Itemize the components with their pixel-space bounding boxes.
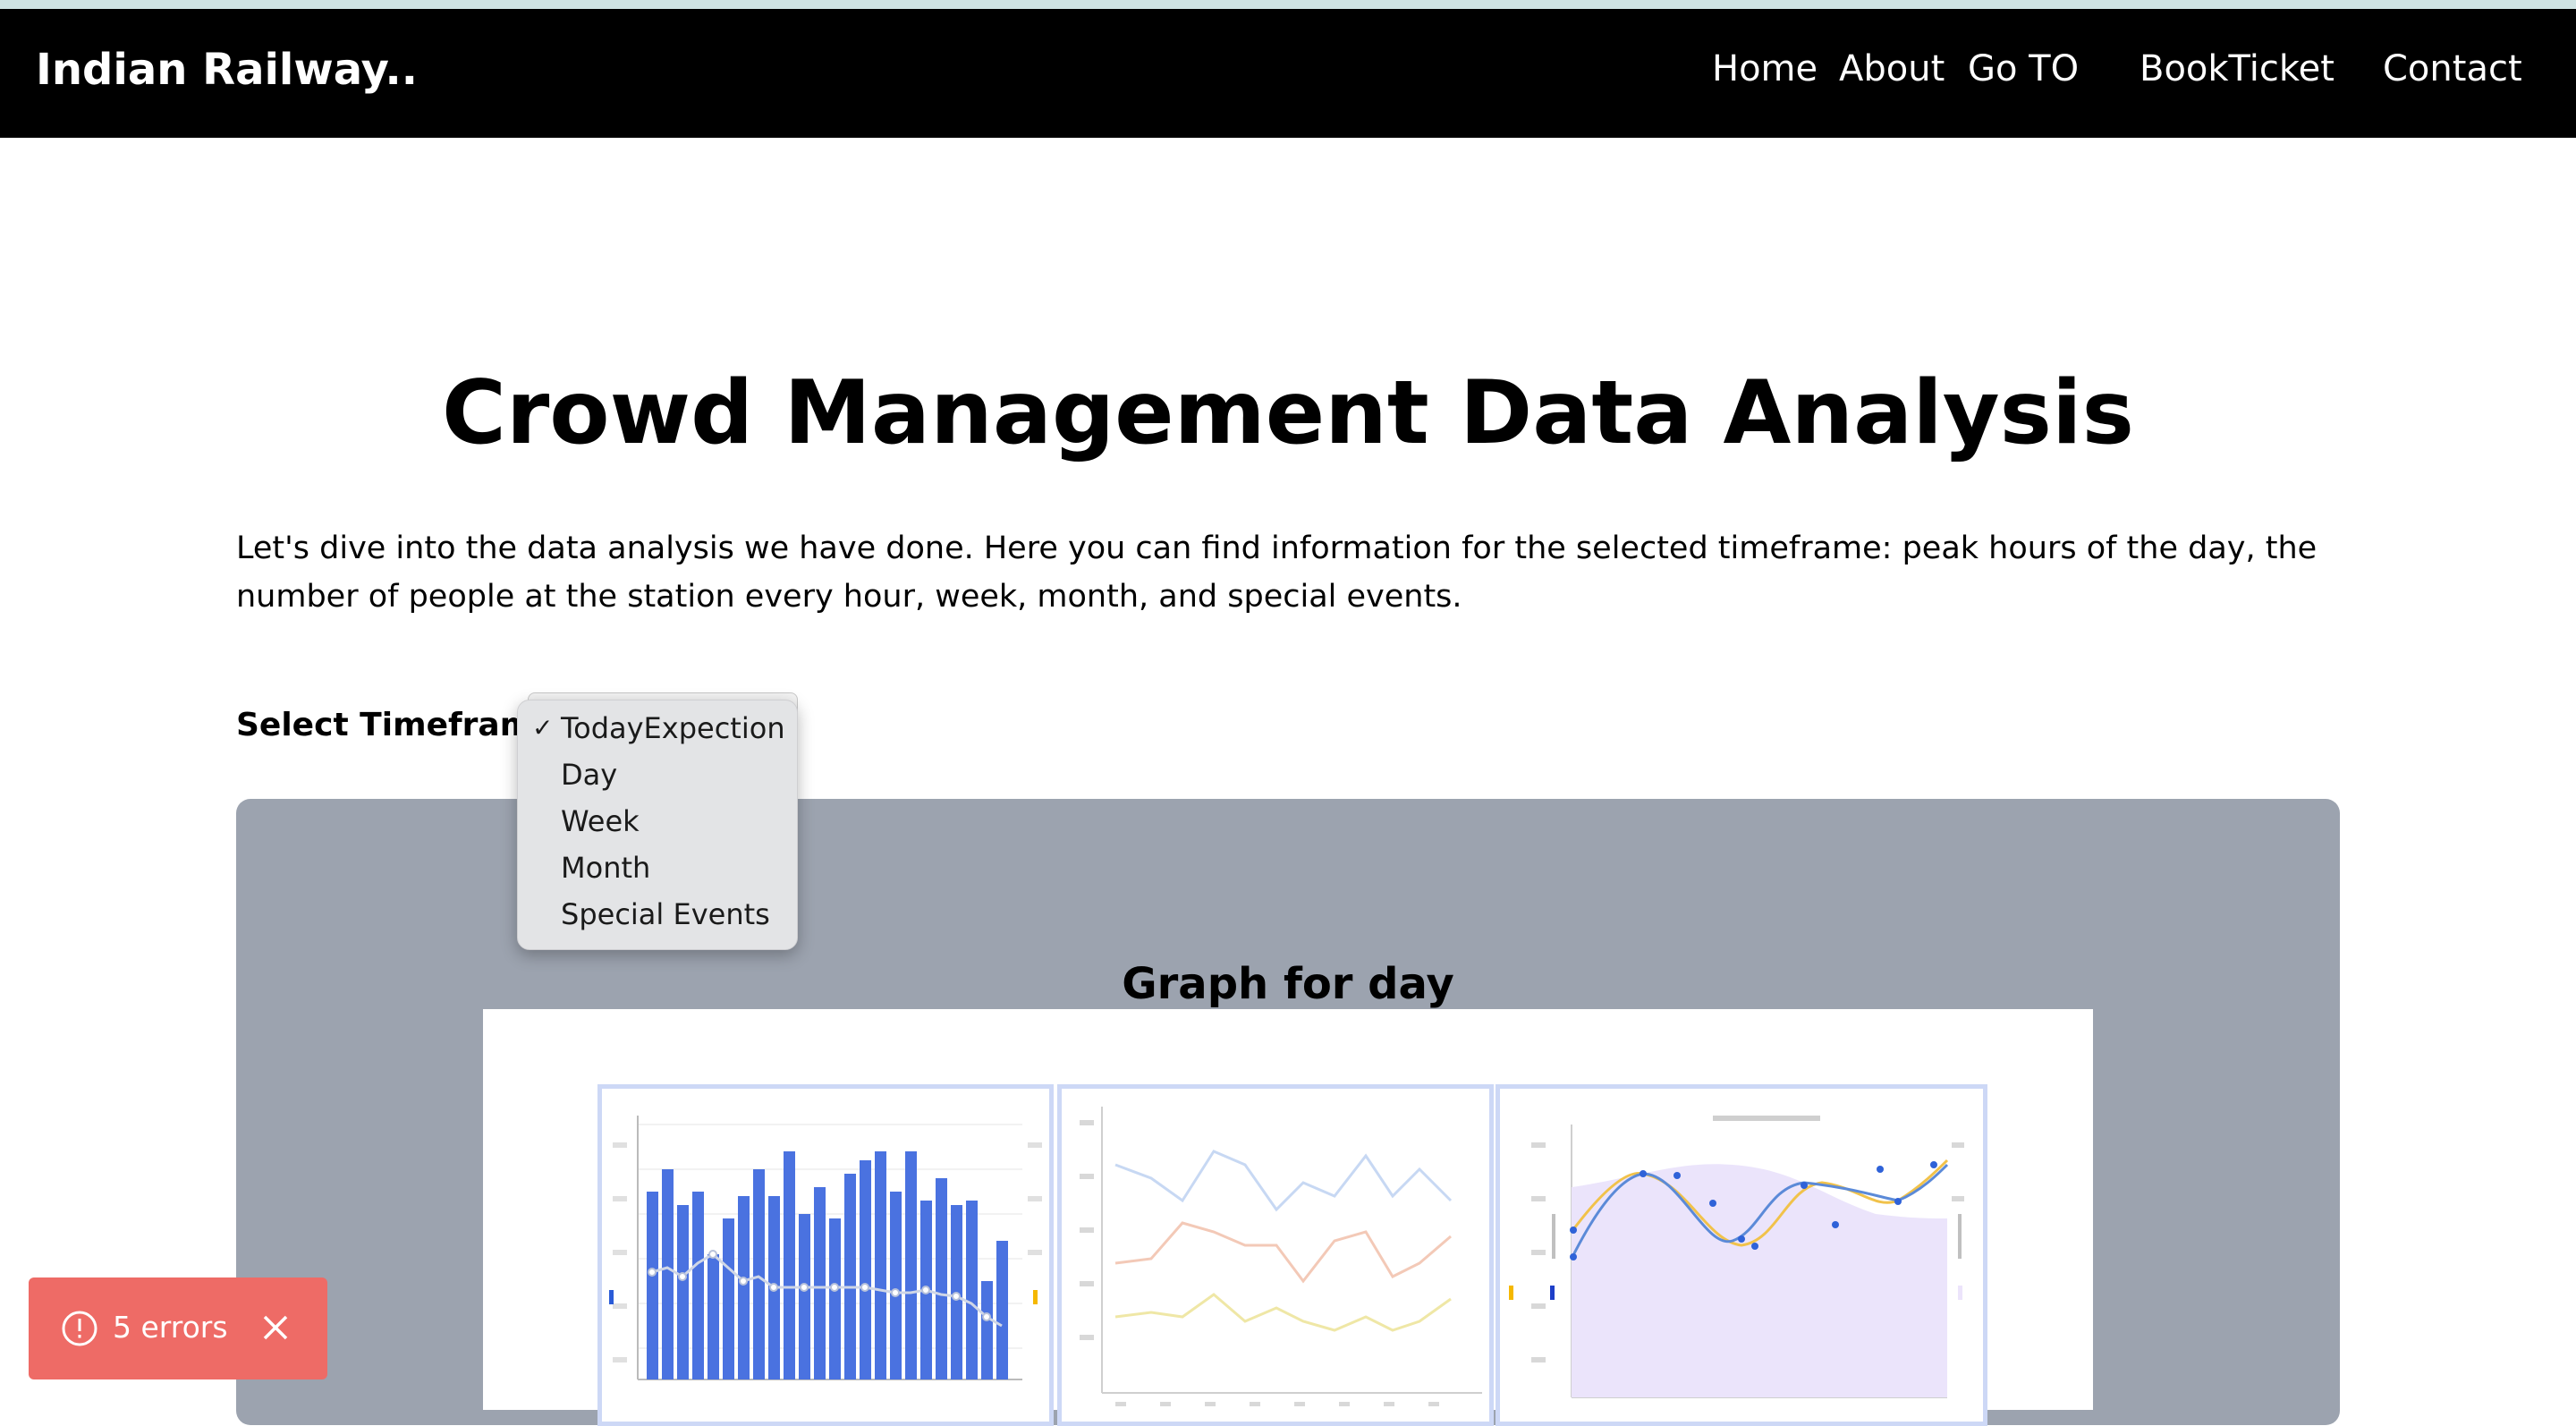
- bar-chart-graphic: [609, 1116, 1042, 1380]
- timeframe-dropdown-menu: ✓ TodayExpection Day Week Month Special …: [517, 700, 798, 950]
- nav-link-go-to[interactable]: Go TO: [1968, 48, 2079, 89]
- nav-link-contact[interactable]: Contact: [2383, 48, 2522, 89]
- line-chart-graphic: [1080, 1107, 1482, 1406]
- line-chart-thumbnail: [1057, 1084, 1494, 1426]
- intro-paragraph: Let's dive into the data analysis we hav…: [236, 531, 2318, 615]
- graph-image: [483, 1009, 2093, 1426]
- timeframe-option-todayexpection[interactable]: TodayExpection: [561, 711, 785, 745]
- area-line-chart-thumbnail: [1496, 1084, 1987, 1426]
- error-toast-text: 5 errors: [113, 1310, 228, 1345]
- bar-chart-thumbnail: [597, 1084, 1054, 1426]
- navbar: Indian Railway.. Home About Go TO BookTi…: [0, 9, 2576, 138]
- top-accent-strip: [0, 0, 2576, 9]
- nav-link-bookticket[interactable]: BookTicket: [2140, 48, 2334, 89]
- error-toast[interactable]: 5 errors: [29, 1277, 327, 1379]
- timeframe-option-week[interactable]: Week: [561, 804, 640, 838]
- timeframe-option-month[interactable]: Month: [561, 851, 650, 885]
- nav-link-home[interactable]: Home: [1712, 48, 1818, 89]
- page-title: Crowd Management Data Analysis: [442, 362, 2134, 464]
- checkmark-icon: ✓: [532, 713, 554, 743]
- timeframe-label: Select Timeframe: [236, 707, 555, 743]
- graph-panel-title: Graph for day: [1122, 959, 1454, 1009]
- close-icon[interactable]: [258, 1310, 293, 1345]
- brand-logo-text[interactable]: Indian Railway..: [36, 45, 418, 95]
- timeframe-option-day[interactable]: Day: [561, 758, 617, 792]
- alert-circle-icon: [62, 1311, 97, 1346]
- area-line-chart-graphic: [1509, 1116, 1964, 1398]
- nav-link-about[interactable]: About: [1839, 48, 1945, 89]
- timeframe-option-special-events[interactable]: Special Events: [561, 897, 770, 931]
